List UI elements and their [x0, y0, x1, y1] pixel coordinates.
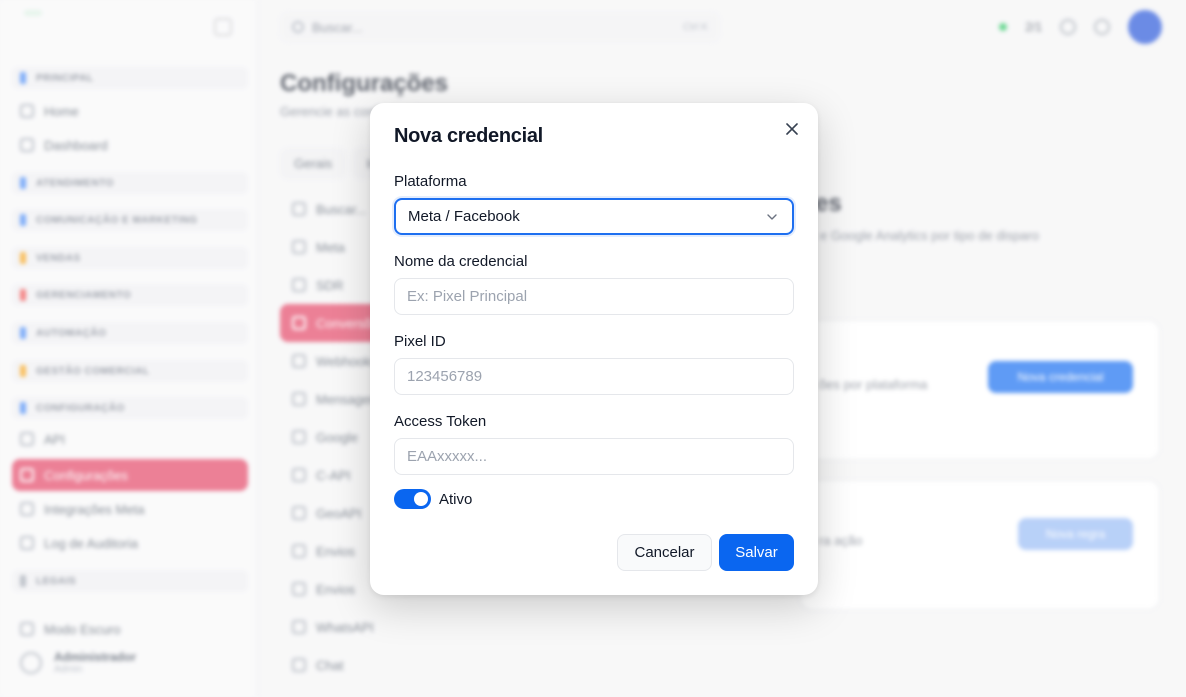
dialog-title: Nova credencial [394, 125, 543, 147]
platform-label: Plataforma [394, 173, 467, 190]
access-token-input[interactable] [394, 438, 794, 475]
save-button[interactable]: Salvar [719, 534, 794, 571]
access-token-label: Access Token [394, 413, 487, 430]
close-button[interactable] [780, 117, 804, 141]
platform-select[interactable]: Meta / Facebook [394, 198, 794, 235]
chevron-down-icon [767, 213, 777, 220]
cancel-button[interactable]: Cancelar [617, 534, 712, 571]
active-toggle-row: Ativo [394, 489, 472, 509]
pixel-id-label: Pixel ID [394, 333, 446, 350]
active-toggle[interactable] [394, 489, 431, 509]
credential-name-input[interactable] [394, 278, 794, 315]
new-credential-dialog: Nova credencial Plataforma Meta / Facebo… [370, 103, 818, 595]
close-icon [786, 123, 798, 135]
toggle-knob [414, 492, 428, 506]
credential-name-label: Nome da credencial [394, 253, 528, 270]
platform-selected-value: Meta / Facebook [408, 208, 520, 225]
active-toggle-label: Ativo [439, 490, 473, 508]
pixel-id-input[interactable] [394, 358, 794, 395]
